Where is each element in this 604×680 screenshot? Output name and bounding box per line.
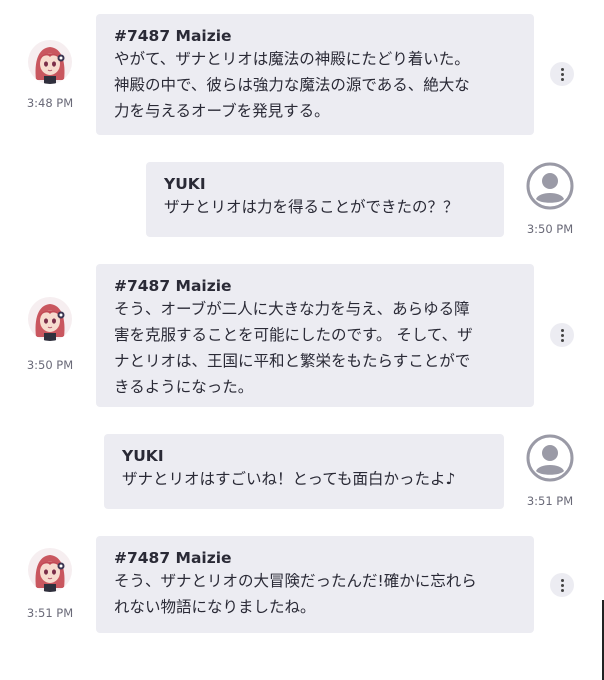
- message-bubble: #7487 Maizie やがて、ザナとリオは魔法の神殿にたどり着いた。 神殿の…: [96, 14, 534, 135]
- message-text: ザナとリオはすごいね！とっても面白かったよ♪: [122, 470, 456, 488]
- message-text: そう、オーブが二人に大きな力を与え、あらゆる障 害を克服することを可能にしたので…: [114, 300, 473, 396]
- message-timestamp: 3:50 PM: [26, 358, 74, 372]
- message-text: ザナとリオは力を得ることができたの？？: [164, 198, 459, 216]
- message-timestamp: 3:48 PM: [26, 96, 74, 110]
- more-vertical-icon[interactable]: [550, 62, 574, 86]
- sender-name: #7487 Maizie: [114, 549, 232, 567]
- message-timestamp: 3:51 PM: [526, 494, 574, 508]
- user-avatar-icon[interactable]: [526, 162, 574, 210]
- sender-name: #7487 Maizie: [114, 27, 232, 45]
- sender-name: YUKI: [122, 447, 164, 465]
- message-timestamp: 3:51 PM: [26, 606, 74, 620]
- sender-name: #7487 Maizie: [114, 277, 232, 295]
- message-bubble: #7487 Maizie そう、オーブが二人に大きな力を与え、あらゆる障 害を克…: [96, 264, 534, 407]
- message-text: やがて、ザナとリオは魔法の神殿にたどり着いた。 神殿の中で、彼らは強力な魔法の源…: [114, 50, 470, 120]
- message-timestamp: 3:50 PM: [526, 222, 574, 236]
- message-bubble: YUKI ザナとリオはすごいね！とっても面白かったよ♪: [104, 434, 504, 509]
- bot-avatar-icon[interactable]: [28, 548, 72, 592]
- bot-avatar-icon[interactable]: [28, 40, 72, 84]
- bot-avatar-icon[interactable]: [28, 297, 72, 341]
- more-vertical-icon[interactable]: [550, 573, 574, 597]
- message-bubble: YUKI ザナとリオは力を得ることができたの？？: [146, 162, 504, 237]
- message-text: そう、ザナとリオの大冒険だったんだ!確かに忘れら れない物語になりましたね。: [114, 572, 477, 616]
- message-bubble: #7487 Maizie そう、ザナとリオの大冒険だったんだ!確かに忘れら れな…: [96, 536, 534, 633]
- sender-name: YUKI: [164, 175, 206, 193]
- more-vertical-icon[interactable]: [550, 323, 574, 347]
- user-avatar-icon[interactable]: [526, 434, 574, 482]
